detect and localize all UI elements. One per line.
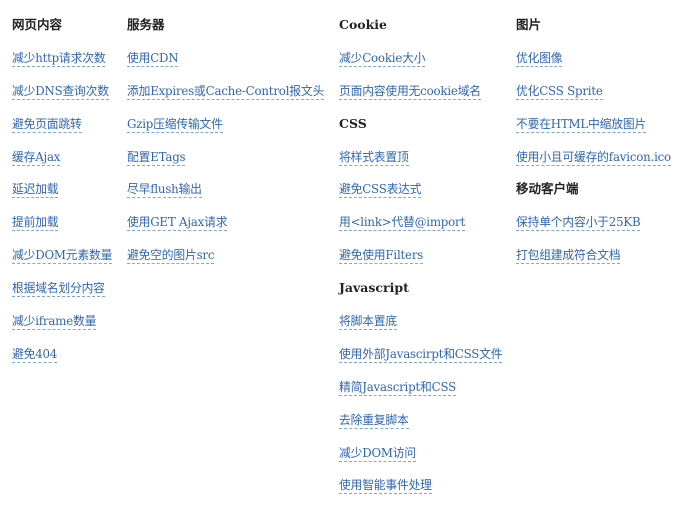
link-avoid-filters[interactable]: 避免使用Filters <box>339 248 423 265</box>
link-reduce-dom-elements[interactable]: 减少DOM元素数量 <box>12 248 112 265</box>
link-cookieless-domain[interactable]: 页面内容使用无cookie域名 <box>339 83 481 100</box>
link-remove-duplicate-scripts[interactable]: 去除重复脚本 <box>339 412 409 429</box>
link-under-25kb[interactable]: 保持单个内容小于25KB <box>516 215 641 232</box>
column-server: 服务器 使用CDN 添加Expires或Cache-Control报文头 Gzi… <box>127 14 332 277</box>
link-smart-event-handlers[interactable]: 使用智能事件处理 <box>339 478 432 495</box>
section-heading-cookie: Cookie <box>339 17 387 32</box>
link-no-html-scaling[interactable]: 不要在HTML中缩放图片 <box>516 116 646 133</box>
link-optimize-css-sprite[interactable]: 优化CSS Sprite <box>516 83 603 100</box>
section-heading-mobile: 移动客户端 <box>516 181 579 197</box>
link-scripts-bottom[interactable]: 将脚本置底 <box>339 314 397 331</box>
column-web-content: 网页内容 减少http请求次数 减少DNS查询次数 避免页面跳转 缓存Ajax … <box>12 14 124 376</box>
link-gzip[interactable]: Gzip压缩传输文件 <box>127 116 223 133</box>
link-cache-ajax[interactable]: 缓存Ajax <box>12 149 60 166</box>
link-multipart-document[interactable]: 打包组建成符合文档 <box>516 248 621 265</box>
link-preload[interactable]: 提前加载 <box>12 215 59 232</box>
section-heading-server: 服务器 <box>127 17 165 32</box>
link-etags[interactable]: 配置ETags <box>127 149 186 166</box>
link-split-domains[interactable]: 根据域名划分内容 <box>12 281 105 298</box>
link-stylesheets-top[interactable]: 将样式表置顶 <box>339 149 409 166</box>
link-expires-cache-control[interactable]: 添加Expires或Cache-Control报文头 <box>127 83 324 100</box>
column-images-mobile: 图片 优化图像 优化CSS Sprite 不要在HTML中缩放图片 使用小且可缓… <box>516 14 692 277</box>
link-minify-js-css[interactable]: 精简Javascript和CSS <box>339 379 456 396</box>
link-avoid-css-expressions[interactable]: 避免CSS表达式 <box>339 182 422 199</box>
link-reduce-dom-access[interactable]: 减少DOM访问 <box>339 445 416 462</box>
link-reduce-http-requests[interactable]: 减少http请求次数 <box>12 50 106 67</box>
section-heading-web-content: 网页内容 <box>12 17 63 32</box>
link-avoid-redirects[interactable]: 避免页面跳转 <box>12 116 82 133</box>
link-optimize-images[interactable]: 优化图像 <box>516 50 563 67</box>
link-get-ajax[interactable]: 使用GET Ajax请求 <box>127 215 228 232</box>
link-reduce-cookie-size[interactable]: 减少Cookie大小 <box>339 50 426 67</box>
section-heading-images: 图片 <box>516 17 542 32</box>
link-flush-early[interactable]: 尽早flush输出 <box>127 182 202 199</box>
link-external-js-css[interactable]: 使用外部Javascirpt和CSS文件 <box>339 346 503 363</box>
section-heading-css: CSS <box>339 115 367 131</box>
link-reduce-iframes[interactable]: 减少iframe数量 <box>12 314 96 331</box>
link-avoid-404[interactable]: 避免404 <box>12 346 57 363</box>
link-link-over-import[interactable]: 用<link>代替@import <box>339 215 465 232</box>
link-reduce-dns-lookups[interactable]: 减少DNS查询次数 <box>12 83 109 100</box>
link-empty-img-src[interactable]: 避免空的图片src <box>127 248 214 265</box>
link-lazy-load[interactable]: 延迟加载 <box>12 182 59 199</box>
link-small-favicon[interactable]: 使用小且可缓存的favicon.ico <box>516 149 671 166</box>
column-cookie-css-js: Cookie 减少Cookie大小 页面内容使用无cookie域名 CSS 将样… <box>339 14 511 507</box>
section-heading-javascript: Javascript <box>339 280 409 296</box>
link-use-cdn[interactable]: 使用CDN <box>127 50 179 67</box>
